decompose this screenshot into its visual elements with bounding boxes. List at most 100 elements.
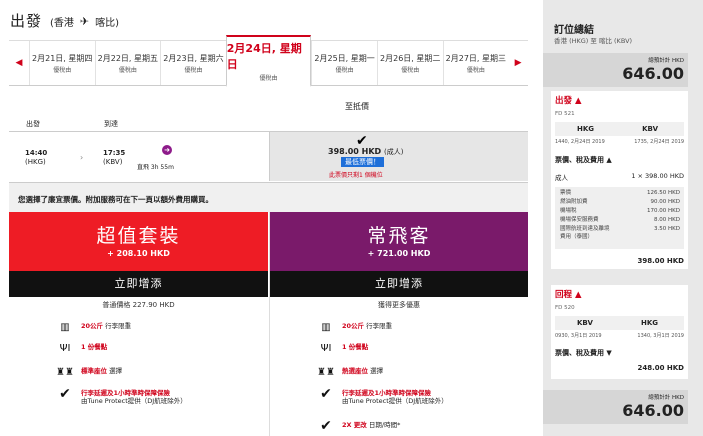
feature-bold: 熱選座位	[342, 367, 368, 375]
page-header: 出發 (香港 ✈ 喀比)	[10, 10, 119, 31]
fee-row: 票價 126.50 HKD	[560, 190, 680, 196]
meal-icon: ΨΙ	[59, 343, 71, 354]
date-tab-selected[interactable]: 2月24日, 星期日優稅由	[225, 35, 312, 87]
departure-code: (HKG)	[25, 158, 46, 166]
arrival-time: 17:35	[103, 149, 126, 157]
outbound-summary: 出發 ▲ FD 521 HKG KBV 1440, 2月24日 2019 173…	[551, 91, 688, 269]
feature-bold: 標準座位	[81, 367, 107, 375]
segment-bar: KBV HKG	[555, 316, 684, 330]
flight-details-icon[interactable]: ➜	[162, 145, 172, 155]
feature-text: 由Tune Protect提供（DJ航班除外）	[342, 397, 448, 405]
feature-bold: 1 份餐點	[342, 343, 369, 351]
feature-text: 選擇	[370, 367, 384, 375]
segment-to: HKG	[640, 319, 658, 327]
date-tab[interactable]: 2月25日, 星期一 優稅由	[311, 41, 377, 85]
total-value: 646.00	[622, 64, 684, 83]
date-tab[interactable]: 2月23日, 星期六 優稅由	[160, 41, 226, 85]
check-icon: ✔	[59, 386, 71, 402]
luggage-icon: ▥	[60, 322, 70, 333]
add-bundle-button[interactable]: 立即增添	[9, 271, 268, 297]
fare-amount: 398.00 HKD	[328, 147, 382, 156]
fare-price: 398.00 HKD (成人)	[328, 147, 403, 157]
fee-value: 126.50 HKD	[647, 190, 680, 196]
fee-label: 機場稅	[560, 208, 577, 214]
segment-from: KBV	[577, 319, 593, 327]
date-note: 優稅由	[259, 75, 278, 82]
feature-insurance: ✔ 行李延遲及1小時準時保障保險 由Tune Protect提供（DJ航班除外）	[55, 386, 187, 405]
add-bundle-button[interactable]: 立即增添	[270, 271, 528, 297]
column-depart: 出發	[26, 120, 40, 128]
date-tab[interactable]: 2月21日, 星期四 優稅由	[28, 41, 95, 85]
date-tab[interactable]: 2月26日, 星期二 優稅由	[376, 41, 443, 85]
fee-value: 90.00 HKD	[650, 199, 680, 205]
date-tab[interactable]: 2月27日, 星期三 優稅由	[442, 41, 509, 85]
plane-icon: ✈	[79, 15, 90, 28]
lowest-fare-badge: 最低票價！	[341, 157, 384, 167]
route: (香港 ✈ 喀比)	[50, 14, 119, 29]
arrival: 17:35 (KBV)	[103, 149, 125, 167]
duration: 直飛 3h 55m	[137, 164, 174, 171]
feature-meal: ΨΙ 1 份餐點	[316, 343, 369, 354]
fee-label: 費用（泰國）	[560, 234, 594, 240]
date-label: 2月22日, 星期五	[97, 53, 158, 63]
date-note: 優稅由	[118, 66, 137, 74]
upsell-heading: 您選擇了廉宜票價。附加服務可在下一頁以額外費用購買。	[9, 182, 528, 212]
page-title: 出發	[10, 12, 43, 30]
feature-bold: 2X 更改	[342, 421, 367, 429]
seat-icon: ♜♜	[317, 367, 335, 378]
segment-to: KBV	[642, 125, 658, 133]
date-note: 優稅由	[335, 66, 354, 74]
chevron-right-icon: ›	[80, 153, 84, 162]
fee-row: 費用（泰國）	[560, 234, 680, 240]
fee-value: 3.50 HKD	[654, 226, 680, 232]
feature-baggage: ▥ 20公斤 行李限重	[316, 322, 392, 333]
feature-bold: 20公斤	[81, 322, 104, 330]
bundle-frequent-flyer: 常飛客 + 721.00 HKD 立即增添 獲得更多優惠 ▥ 20公斤 行李限重 …	[269, 212, 528, 436]
grand-total-value: 646.00	[622, 401, 684, 420]
feature-text: 行李限重	[105, 322, 132, 330]
triangle-left-icon[interactable]: ◀	[9, 41, 29, 85]
route-from: (香港	[50, 18, 74, 29]
feature-bold: 行李延遲及1小時準時保障保險	[342, 389, 432, 397]
feature-meal: ΨΙ 1 份餐點	[55, 343, 108, 354]
return-summary: 回程 ▲ FD 520 KBV HKG 0930, 3月1日 2019 1340…	[551, 285, 688, 379]
date-label: 2月21日, 星期四	[32, 53, 93, 63]
check-icon: ✔	[320, 386, 332, 402]
departure-datetime: 0930, 3月1日 2019	[555, 333, 602, 339]
date-note: 優稅由	[401, 66, 420, 74]
fees-toggle[interactable]: 票價、稅及費用 ▼	[555, 348, 612, 358]
booking-summary: 訂位總結 香港 (HKG) 至 喀比 (KBV) 總預計計 HKD 646.00…	[543, 0, 703, 436]
feature-text: 選擇	[109, 367, 123, 375]
date-label: 2月24日, 星期日	[226, 42, 302, 71]
outbound-toggle[interactable]: 出發 ▲	[555, 94, 582, 106]
grand-total-label: 總預計計 HKD	[648, 395, 684, 401]
feature-bold: 1 份餐點	[81, 343, 108, 351]
arrival-datetime: 1735, 2月24日 2019	[634, 139, 684, 145]
feature-changes: ✔ 2X 更改 日期/時間*	[316, 418, 400, 434]
adult-label: 成人	[555, 174, 568, 182]
date-label: 2月25日, 星期一	[314, 53, 375, 63]
fee-breakdown: 票價 126.50 HKD 燃油附加費 90.00 HKD 機場稅 170.00 HK…	[555, 187, 684, 249]
grand-total-box: 總預計計 HKD 646.00	[543, 390, 688, 424]
fare-option-selected[interactable]: ✔ 398.00 HKD (成人) 最低票價！ 此票價只剩1 個機位	[269, 132, 528, 181]
return-toggle[interactable]: 回程 ▲	[555, 288, 582, 300]
date-note: 優稅由	[53, 66, 72, 74]
fee-row: 機場稅 170.00 HKD	[560, 208, 680, 214]
fee-value: 170.00 HKD	[647, 208, 680, 214]
arrival-datetime: 1340, 3月1日 2019	[637, 333, 684, 339]
check-icon: ✔	[320, 418, 332, 434]
date-tab[interactable]: 2月22日, 星期五 優稅由	[94, 41, 161, 85]
departure-time: 14:40	[25, 149, 48, 157]
fee-label: 燃油附加費	[560, 199, 588, 205]
total-label: 總預計計 HKD	[648, 58, 684, 64]
bundle-header: 常飛客 + 721.00 HKD	[270, 212, 528, 271]
column-arrive: 到達	[104, 120, 118, 128]
meal-icon: ΨΙ	[320, 343, 332, 354]
fees-toggle[interactable]: 票價、稅及費用 ▲	[555, 155, 612, 165]
seats-left-warning: 此票價只剩1 個機位	[329, 172, 383, 179]
bundle-name: 常飛客	[367, 224, 431, 247]
summary-title: 訂位總結	[554, 25, 594, 36]
triangle-right-icon[interactable]: ▶	[508, 41, 528, 85]
segment-from: HKG	[577, 125, 595, 133]
summary-route: 香港 (HKG) 至 喀比 (KBV)	[554, 37, 633, 45]
